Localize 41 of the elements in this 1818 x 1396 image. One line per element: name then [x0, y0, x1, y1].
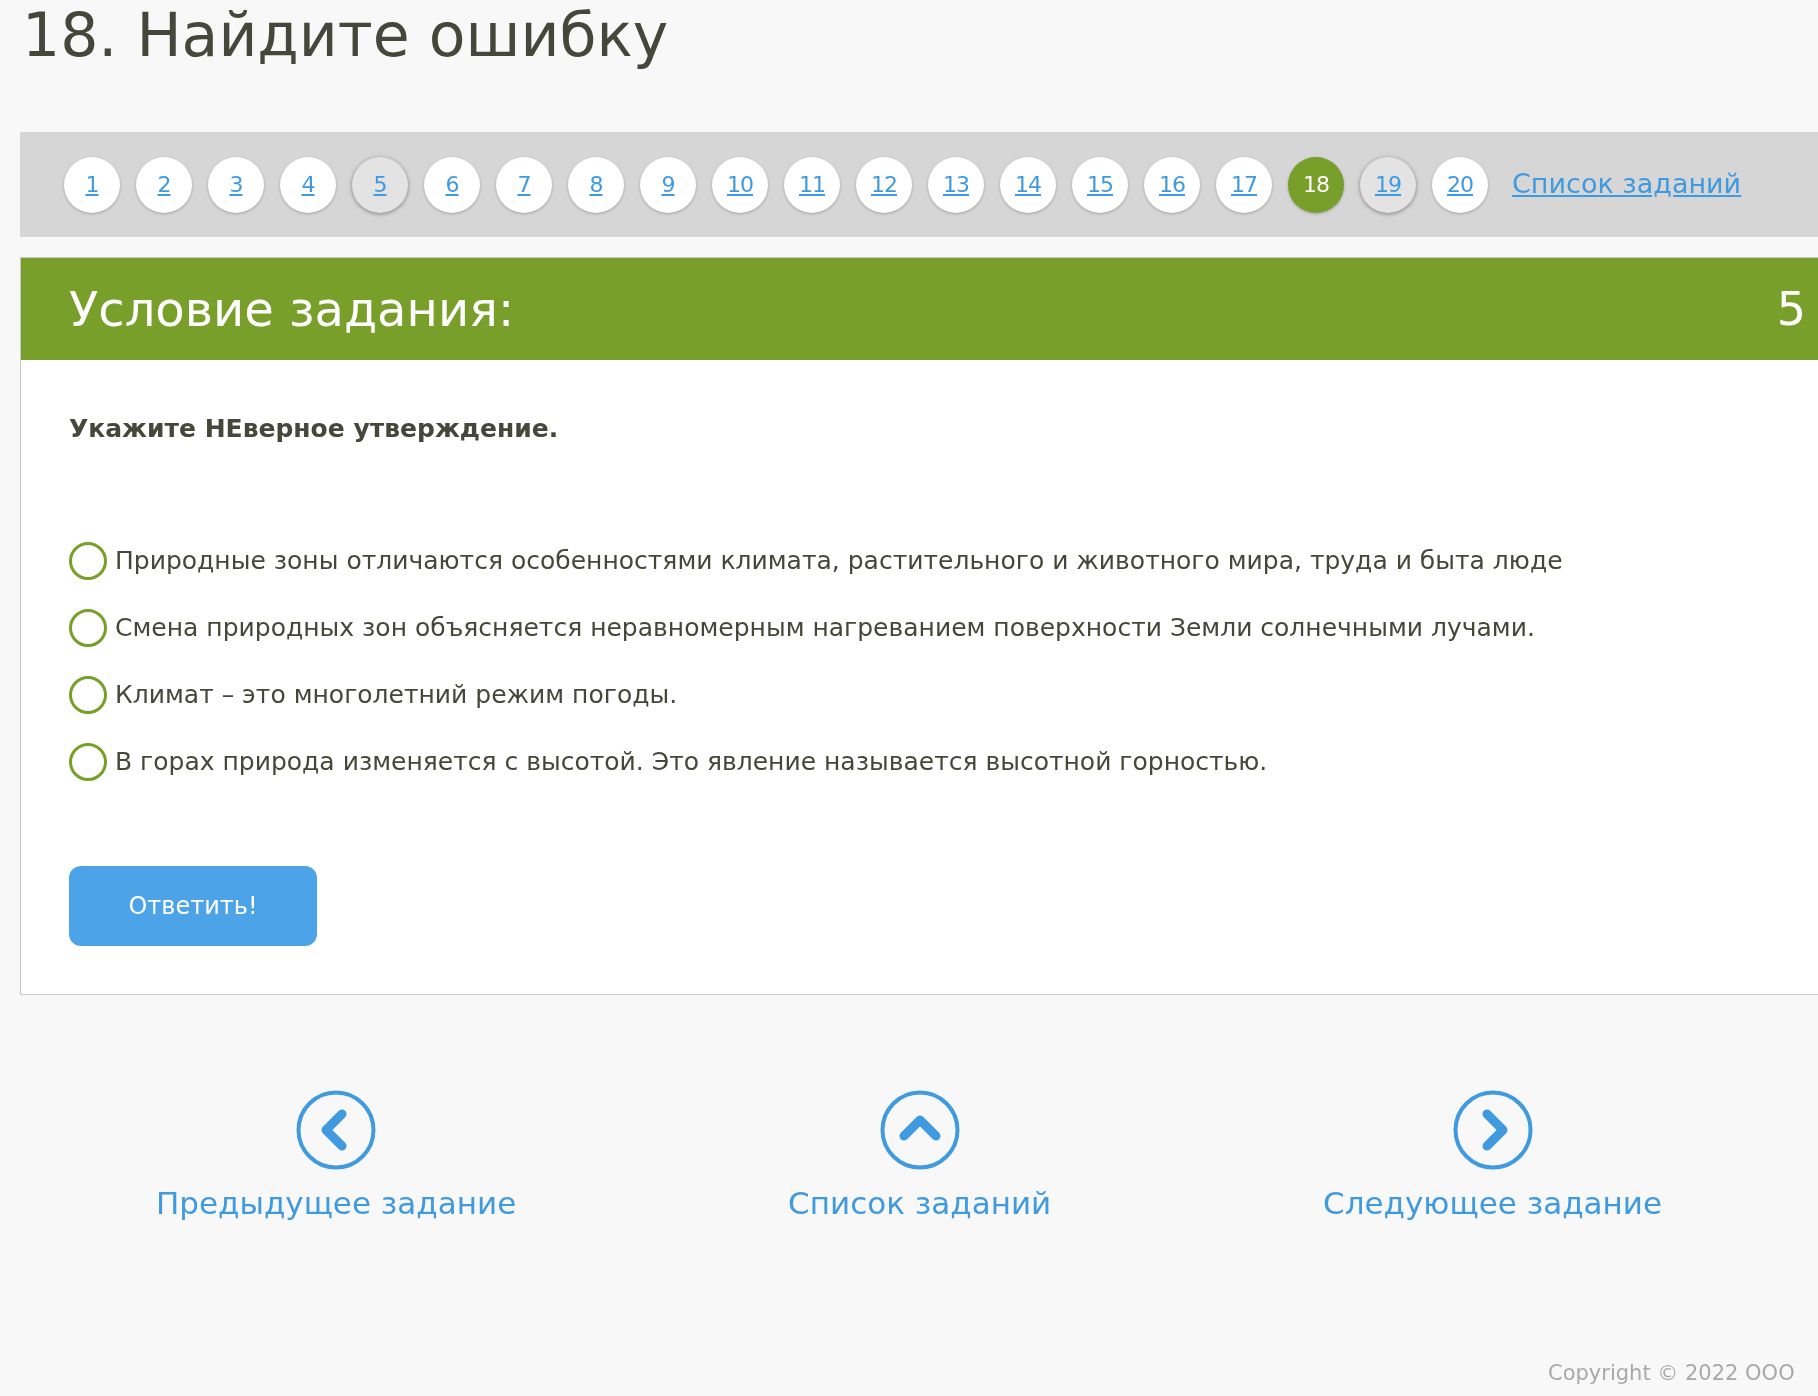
submit-button[interactable]: Ответить!: [69, 865, 317, 946]
task-number-link[interactable]: 11: [784, 156, 840, 213]
page-title: 18. Найдите ошибку: [22, 2, 670, 68]
task-number-link[interactable]: 20: [1432, 156, 1488, 213]
radio-button[interactable]: [69, 609, 107, 647]
task-number-link[interactable]: 16: [1144, 156, 1200, 213]
radio-button[interactable]: [69, 676, 107, 714]
option-text: Природные зоны отличаются особенностями климата, растительного и животного мира, труда и быта люде: [115, 545, 1563, 578]
task-number-link[interactable]: 10: [712, 156, 768, 213]
task-number-link[interactable]: 14: [1000, 156, 1056, 213]
task-number-link[interactable]: 9: [640, 156, 696, 213]
question-text: Укажите НЕверное утверждение.: [69, 413, 560, 445]
points-value: 5: [1776, 280, 1806, 338]
option-text: Климат – это многолетний режим погоды.: [115, 679, 678, 712]
radio-button[interactable]: [69, 542, 107, 580]
nav-link[interactable]: Следующее задание: [1323, 1180, 1663, 1227]
task-number-link[interactable]: 7: [496, 156, 552, 213]
task-number-link[interactable]: 13: [928, 156, 984, 213]
task-number-link[interactable]: 4: [280, 156, 336, 213]
up-chevron-icon[interactable]: [879, 1090, 960, 1170]
nav-link[interactable]: Предыдущее задание: [155, 1180, 517, 1227]
task-number-link[interactable]: 12: [856, 156, 912, 213]
task-number-link[interactable]: 8: [568, 156, 624, 213]
option-text: Смена природных зон объясняется неравномерным нагреванием поверхности Земли солнечными лучами.: [115, 612, 1535, 645]
copyright-text: Copyright © 2022 ООО: [1548, 1360, 1795, 1387]
task-number-link[interactable]: 17: [1216, 156, 1272, 213]
task-number-link[interactable]: 1: [64, 156, 120, 213]
task-number-link[interactable]: 2: [136, 156, 192, 213]
task-number-link[interactable]: 3: [208, 156, 264, 213]
radio-button[interactable]: [69, 743, 107, 781]
task-number-link[interactable]: 15: [1072, 156, 1128, 213]
task-number-link[interactable]: 19: [1360, 156, 1416, 213]
task-number-link[interactable]: 5: [352, 156, 408, 213]
right-chevron-icon[interactable]: [1452, 1090, 1533, 1170]
card-title: Условие задания:: [69, 280, 515, 339]
option-text: В горах природа изменяется с высотой. Это явление называется высотной горностью.: [115, 746, 1268, 779]
left-chevron-icon[interactable]: [296, 1090, 377, 1170]
task-number-link[interactable]: 6: [424, 156, 480, 213]
task-number-link[interactable]: 18: [1288, 156, 1344, 213]
nav-link[interactable]: Список заданий: [788, 1180, 1052, 1227]
task-list-link[interactable]: Список заданий: [1512, 164, 1742, 205]
